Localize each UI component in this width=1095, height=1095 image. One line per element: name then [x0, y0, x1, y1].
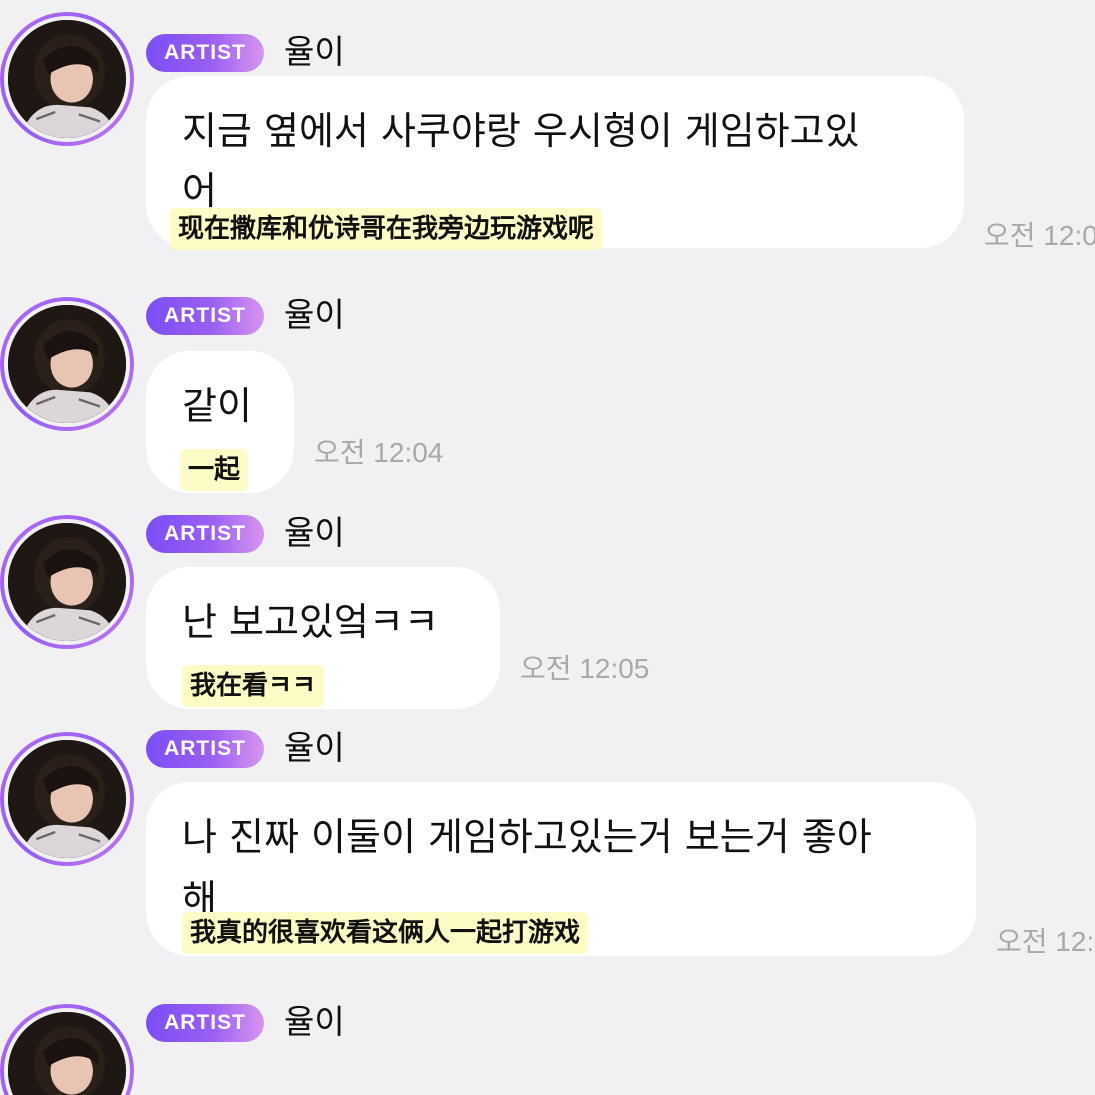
chat-thread[interactable]: ARTIST 율이 지금 옆에서 사쿠야랑 우시형이 게임하고있 어 现在撒库和…	[0, 0, 1095, 1095]
translation-highlight: 现在撒库和优诗哥在我旁边玩游戏呢	[170, 208, 603, 250]
avatar-photo	[4, 1008, 130, 1095]
author-name[interactable]: 율이	[284, 511, 345, 555]
message-timestamp: 오전 12:	[996, 926, 1095, 957]
avatar-photo	[4, 301, 130, 427]
avatar[interactable]	[0, 1004, 134, 1095]
message-bubble[interactable]: 같이 一起	[146, 351, 294, 493]
artist-badge: ARTIST	[146, 730, 264, 768]
avatar-photo	[4, 16, 130, 142]
message-text: 같이	[182, 384, 252, 428]
message-bubble[interactable]: 난 보고있엌ㅋㅋ 我在看ㅋㅋ	[146, 567, 500, 709]
translation-highlight: 一起	[180, 449, 249, 491]
message-timestamp: 오전 12:0	[984, 220, 1095, 251]
message-timestamp: 오전 12:05	[520, 653, 650, 684]
avatar[interactable]	[0, 297, 134, 431]
message-text: 지금 옆에서 사쿠야랑 우시형이 게임하고있	[182, 109, 860, 153]
author-name[interactable]: 율이	[284, 293, 345, 337]
message-timestamp: 오전 12:04	[314, 437, 444, 468]
avatar-photo	[4, 736, 130, 862]
avatar[interactable]	[0, 12, 134, 146]
message-bubble[interactable]: 나 진짜 이둘이 게임하고있는거 보는거 좋아 해 我真的很喜欢看这俩人一起打游…	[146, 782, 976, 956]
artist-badge: ARTIST	[146, 297, 264, 335]
artist-badge: ARTIST	[146, 34, 264, 72]
artist-badge: ARTIST	[146, 1004, 264, 1042]
author-name[interactable]: 율이	[284, 726, 345, 770]
author-name[interactable]: 율이	[284, 30, 345, 74]
artist-badge: ARTIST	[146, 515, 264, 553]
avatar[interactable]	[0, 515, 134, 649]
message-bubble[interactable]: 지금 옆에서 사쿠야랑 우시형이 게임하고있 어 现在撒库和优诗哥在我旁边玩游戏…	[146, 76, 964, 250]
message-text: 난 보고있엌ㅋㅋ	[182, 600, 439, 644]
translation-highlight: 我真的很喜欢看这俩人一起打游戏	[182, 912, 589, 954]
message-text: 나 진짜 이둘이 게임하고있는거 보는거 좋아	[182, 815, 872, 859]
author-name[interactable]: 율이	[284, 1000, 345, 1044]
avatar-photo	[4, 519, 130, 645]
avatar[interactable]	[0, 732, 134, 866]
translation-highlight: 我在看ㅋㅋ	[182, 665, 324, 707]
